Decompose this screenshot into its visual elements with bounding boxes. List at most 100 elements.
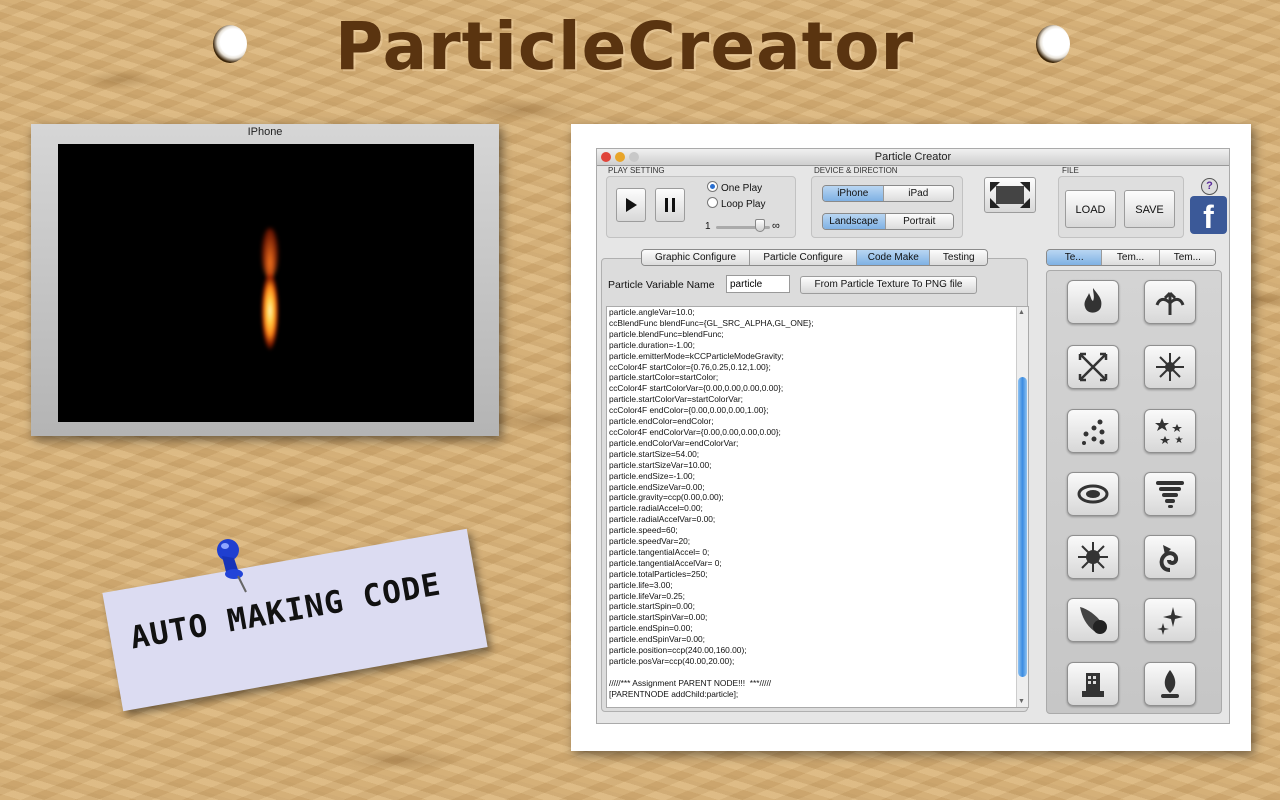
fire-template-button[interactable]: [1067, 280, 1119, 324]
scroll-up-icon[interactable]: ▲: [1018, 309, 1025, 316]
app-title: ParticleCreator: [335, 8, 915, 85]
code-line: particle.position=ccp(240.00,160.00);: [609, 645, 747, 656]
slider-min-label: 1: [705, 221, 711, 232]
iphone-option[interactable]: iPhone: [823, 186, 884, 201]
code-line: ccColor4F startColorVar={0.00,0.00,0.00,…: [609, 383, 784, 394]
ipad-option[interactable]: iPad: [883, 186, 953, 201]
smoke-icon: [1082, 673, 1104, 697]
code-line: particle.startSize=54.00;: [609, 448, 700, 459]
galaxy-template-button[interactable]: [1067, 472, 1119, 516]
config-tabs[interactable]: Graphic Configure Particle Configure Cod…: [641, 249, 988, 266]
play-icon: [626, 198, 637, 212]
tab-template-2[interactable]: Tem...: [1102, 250, 1160, 265]
code-line: particle.endColorVar=endColorVar;: [609, 437, 739, 448]
landscape-option[interactable]: Landscape: [823, 214, 886, 229]
variable-name-input[interactable]: [726, 275, 790, 293]
minimize-icon[interactable]: [615, 152, 625, 162]
snow-icon: [1155, 418, 1183, 444]
board-hole-left: [213, 25, 247, 63]
flower-icon: [1161, 670, 1179, 698]
code-line: particle.endSize=-1.00;: [609, 470, 695, 481]
code-line: particle.startSpin=0.00;: [609, 601, 695, 612]
code-line: particle.angleVar=10.0;: [609, 307, 695, 317]
code-line: particle.endSpinVar=0.00;: [609, 634, 705, 645]
device-label: DEVICE & DIRECTION: [814, 166, 898, 175]
code-line: particle.tangentialAccelVar= 0;: [609, 557, 722, 568]
code-line: particle.life=3.00;: [609, 579, 673, 590]
fountain-icon: [1155, 291, 1185, 315]
code-line: particle.duration=-1.00;: [609, 339, 695, 350]
flower-template-button[interactable]: [1144, 662, 1196, 706]
tab-testing[interactable]: Testing: [930, 250, 987, 265]
code-line: ccBlendFunc blendFunc={GL_SRC_ALPHA,GL_O…: [609, 317, 814, 328]
zoom-icon[interactable]: [629, 152, 639, 162]
radio-selected-icon: [707, 181, 718, 192]
tab-code-make[interactable]: Code Make: [857, 250, 931, 265]
code-line: ccColor4F startColor={0.76,0.25,0.12,1.0…: [609, 361, 771, 372]
board-hole-right: [1036, 25, 1070, 63]
tab-template-1[interactable]: Te...: [1047, 250, 1103, 265]
file-label: FILE: [1062, 166, 1079, 175]
one-play-radio[interactable]: One Play: [707, 181, 762, 194]
code-line: particle.emitterMode=kCCParticleModeGrav…: [609, 350, 784, 361]
play-button[interactable]: [616, 188, 646, 222]
code-line: particle.startColor=startColor;: [609, 372, 719, 383]
scroll-down-icon[interactable]: ▼: [1018, 698, 1025, 705]
direction-segmented[interactable]: Landscape Portrait: [822, 213, 954, 230]
galaxy-icon: [1077, 484, 1109, 504]
sparkle-template-button[interactable]: [1144, 598, 1196, 642]
meteor-template-button[interactable]: [1067, 598, 1119, 642]
code-line: particle.tangentialAccel= 0;: [609, 546, 710, 557]
pause-icon: [665, 198, 675, 212]
firework-icon: [1156, 353, 1184, 381]
code-line: /////*** Assignment PARENT NODE!!! ***//…: [609, 677, 772, 688]
rain-icon: [1082, 419, 1105, 445]
fire-icon: [1084, 288, 1102, 313]
window-title: Particle Creator: [874, 151, 952, 163]
code-scrollbar[interactable]: ▲ ▼: [1016, 307, 1028, 707]
tornado-template-button[interactable]: [1144, 472, 1196, 516]
code-line: particle.posVar=ccp(40.00,20.00);: [609, 656, 735, 666]
png-export-button[interactable]: From Particle Texture To PNG file: [800, 276, 977, 294]
smoke-template-button[interactable]: [1067, 662, 1119, 706]
radio-icon: [707, 197, 718, 208]
spiral-icon: [1159, 545, 1179, 572]
explosion-template-button[interactable]: [1067, 345, 1119, 389]
tab-graphic-configure[interactable]: Graphic Configure: [642, 250, 751, 265]
pause-button[interactable]: [655, 188, 685, 222]
firework-template-button[interactable]: [1144, 345, 1196, 389]
fountain-template-button[interactable]: [1144, 280, 1196, 324]
portrait-option[interactable]: Portrait: [885, 214, 953, 229]
code-textarea[interactable]: particle.angleVar=10.0; ccBlendFunc blend…: [606, 306, 1029, 708]
code-line: particle.speed=60;: [609, 525, 678, 536]
snow-template-button[interactable]: [1144, 409, 1196, 453]
sun-template-button[interactable]: [1067, 535, 1119, 579]
play-setting-label: PLAY SETTING: [608, 166, 665, 175]
help-button[interactable]: ?: [1201, 178, 1218, 195]
rain-template-button[interactable]: [1067, 409, 1119, 453]
loop-play-radio[interactable]: Loop Play: [707, 197, 765, 210]
code-line: particle.startSpinVar=0.00;: [609, 612, 708, 623]
code-line: particle.endColor=endColor;: [609, 416, 714, 427]
code-line: ccColor4F endColor={0.00,0.00,0.00,1.00}…: [609, 405, 769, 416]
fullscreen-button[interactable]: [984, 177, 1036, 213]
device-segmented[interactable]: iPhone iPad: [822, 185, 954, 202]
tab-particle-configure[interactable]: Particle Configure: [750, 250, 858, 265]
scrollbar-thumb[interactable]: [1018, 377, 1027, 677]
meteor-icon: [1080, 607, 1107, 634]
template-tabs[interactable]: Te... Tem... Tem...: [1046, 249, 1216, 266]
code-line: particle.blendFunc=blendFunc;: [609, 328, 724, 339]
save-button[interactable]: SAVE: [1124, 190, 1175, 228]
sticky-note: AUTO MAKING CODE: [102, 528, 488, 712]
tab-template-3[interactable]: Tem...: [1159, 250, 1215, 265]
explosion-icon: [1078, 352, 1108, 382]
one-play-label: One Play: [721, 183, 763, 194]
facebook-button[interactable]: f: [1190, 196, 1227, 235]
code-line: particle.totalParticles=250;: [609, 568, 708, 579]
slider-thumb[interactable]: [755, 219, 765, 232]
load-button[interactable]: LOAD: [1065, 190, 1116, 228]
close-icon[interactable]: [601, 152, 611, 162]
spiral-template-button[interactable]: [1144, 535, 1196, 579]
code-line: particle.lifeVar=0.25;: [609, 590, 685, 601]
